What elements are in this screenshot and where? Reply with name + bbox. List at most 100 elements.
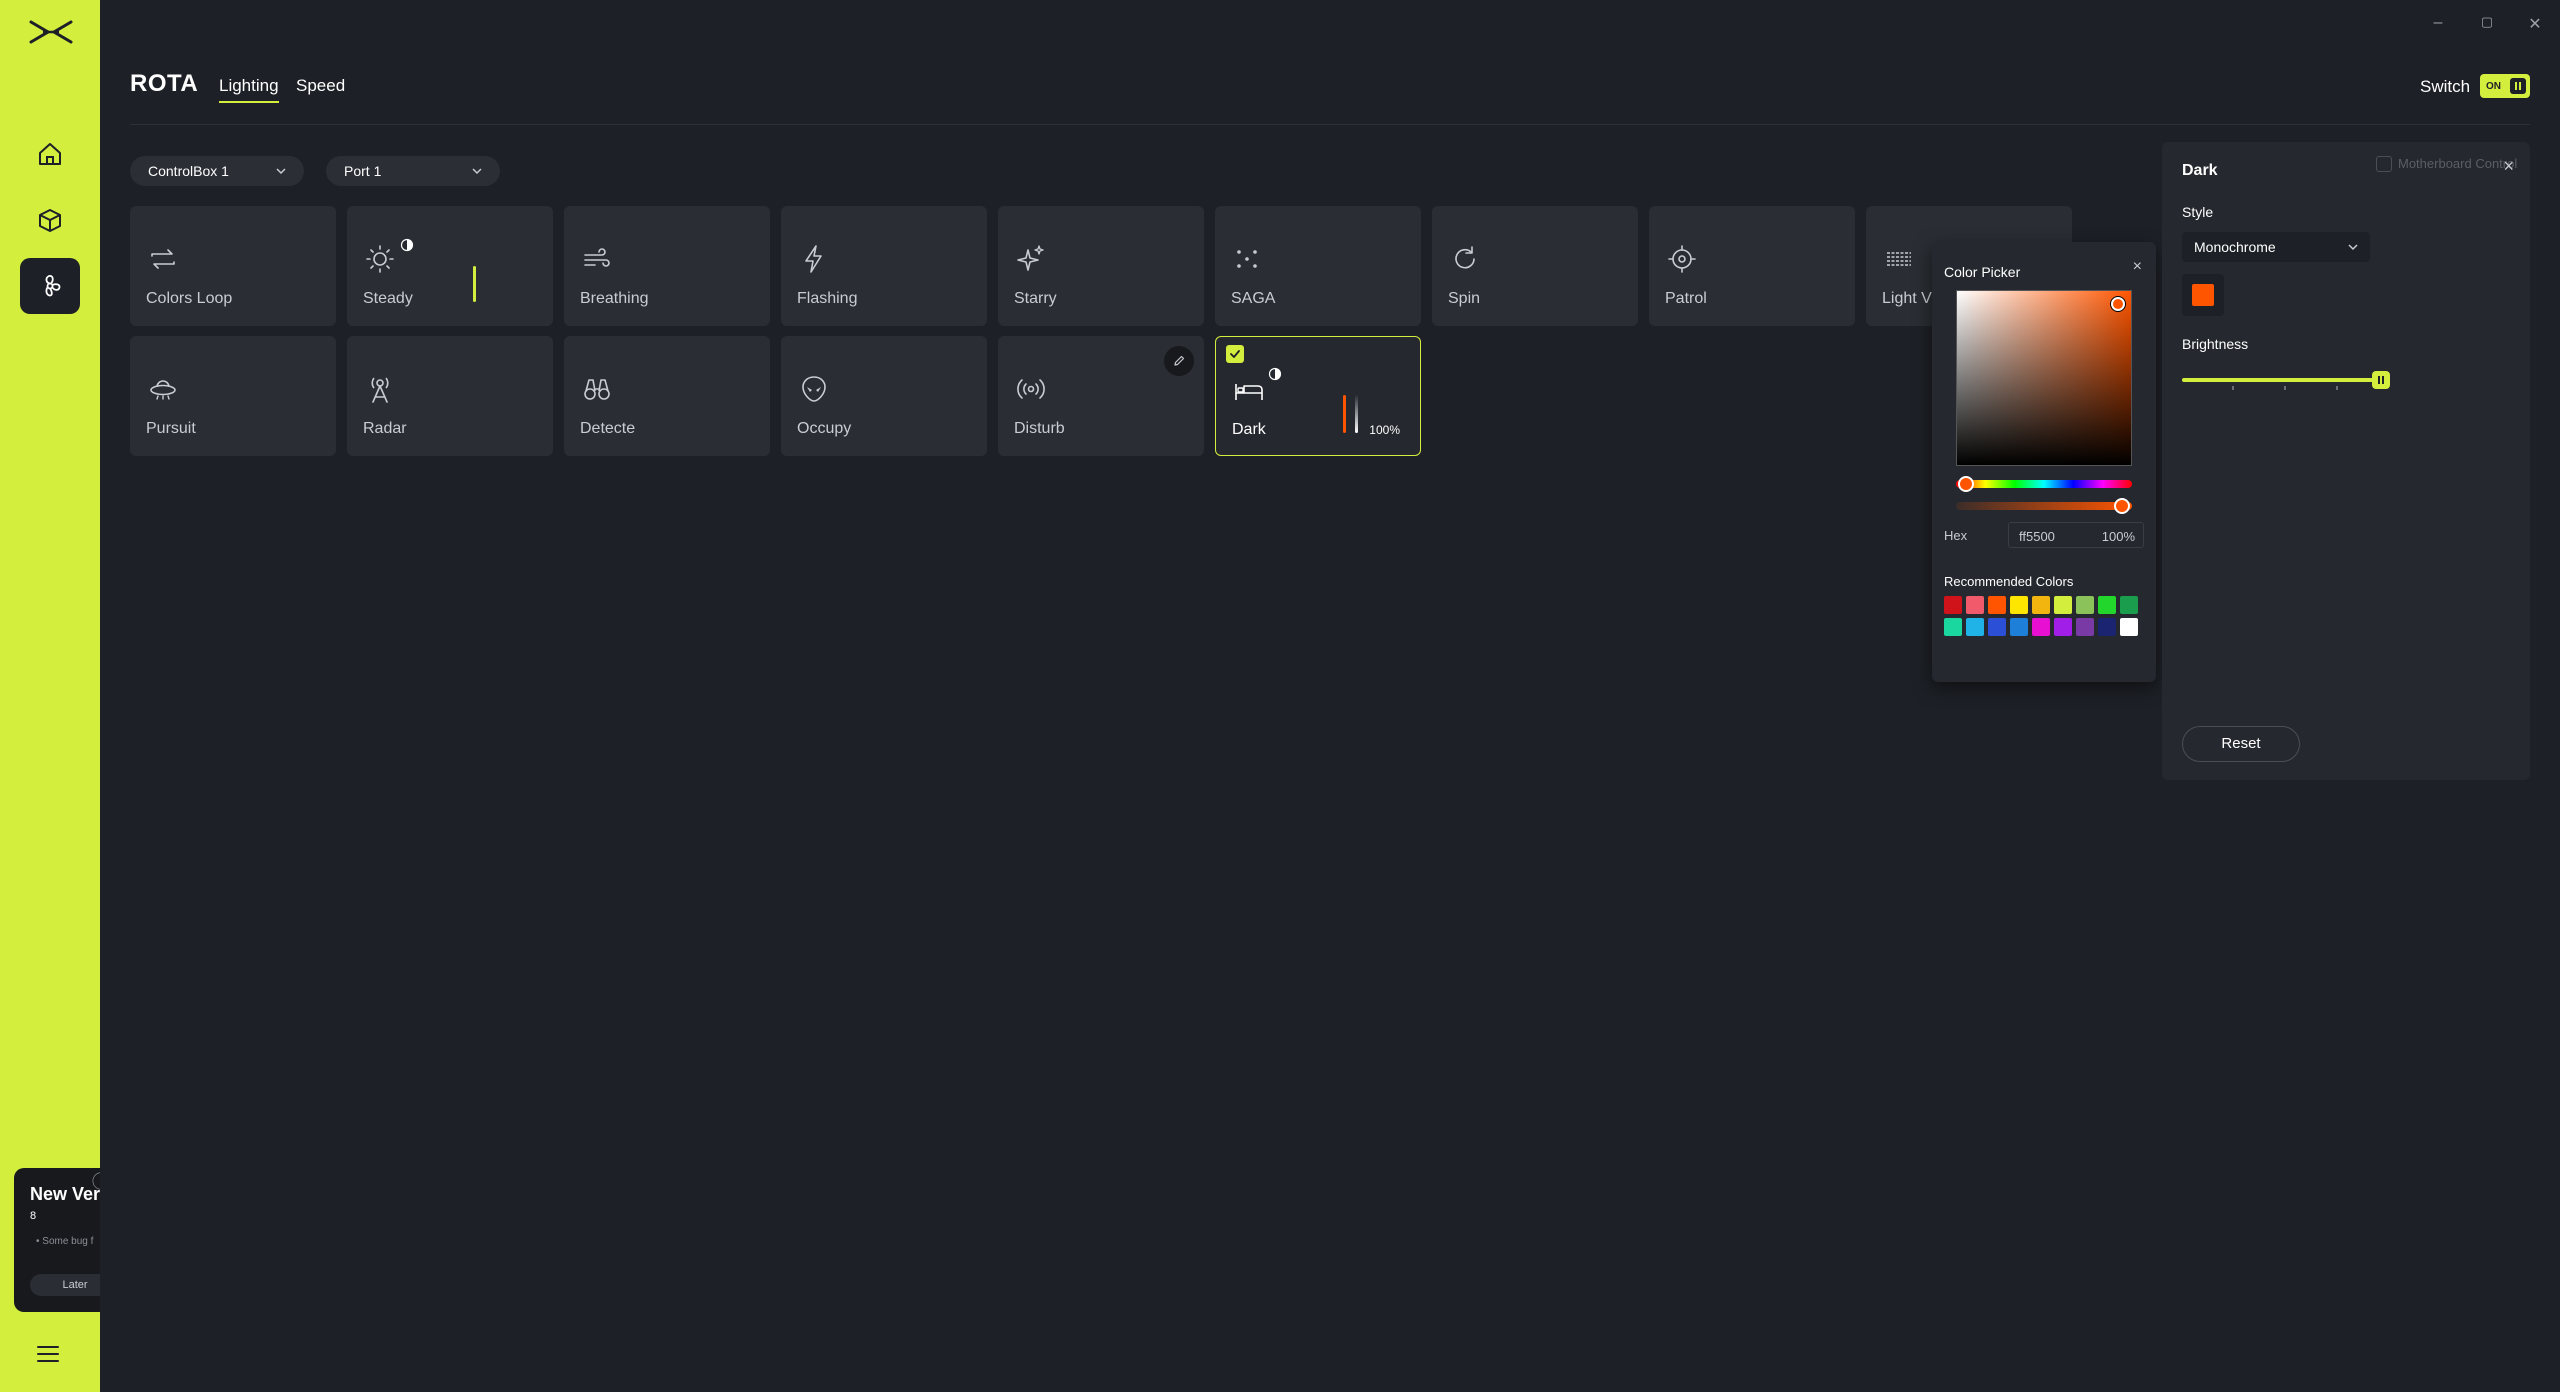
panel-title: Dark [2182, 162, 2218, 179]
chevron-down-icon [472, 168, 482, 175]
color-picker-popup: Color Picker × Hex ff5500 100% Recommend… [1932, 242, 2156, 682]
hex-value: ff5500 [2019, 529, 2055, 544]
app-logo-icon [29, 20, 73, 44]
brightness-label: Brightness [2182, 336, 2249, 352]
slider-tick [2232, 386, 2234, 390]
color-swatch-8[interactable] [2120, 596, 2138, 614]
switch-label: Switch [2420, 77, 2471, 96]
home-icon [39, 143, 61, 165]
color-swatch-11[interactable] [1988, 618, 2006, 636]
recommended-colors-title: Recommended Colors [1944, 574, 2074, 589]
effect-label: Patrol [1665, 290, 1707, 307]
effect-tile-spin[interactable]: Spin [1432, 206, 1638, 326]
brightness-thumb[interactable] [2372, 371, 2390, 389]
header-divider [130, 124, 2530, 125]
tab-speed[interactable]: Speed [296, 76, 345, 96]
color-swatch-16[interactable] [2098, 618, 2116, 636]
dark-brightness-bar [1355, 395, 1358, 433]
minimize-button[interactable]: – [2428, 14, 2448, 32]
alpha-thumb[interactable] [2114, 498, 2130, 514]
sidebar-item-home[interactable] [20, 126, 80, 182]
close-icon[interactable]: × [2503, 156, 2514, 177]
selected-checkbox[interactable] [1226, 345, 1244, 363]
sidebar: ⓘ New Ver 8 • Some bug f Later [0, 0, 100, 1392]
half-circle-badge-icon [400, 238, 414, 252]
style-select[interactable]: Monochrome [2182, 232, 2370, 262]
controlbox-select[interactable]: ControlBox 1 [130, 156, 304, 186]
close-window-button[interactable]: ✕ [2525, 14, 2545, 34]
color-swatch-17[interactable] [2120, 618, 2138, 636]
color-swatch-7[interactable] [2098, 596, 2116, 614]
maximize-button[interactable]: ▢ [2477, 14, 2497, 30]
color-swatch-4[interactable] [2032, 596, 2050, 614]
color-swatch-3[interactable] [2010, 596, 2028, 614]
color-swatch-9[interactable] [1944, 618, 1962, 636]
motherboard-control-checkbox[interactable] [2376, 156, 2392, 172]
alpha-slider[interactable] [1956, 498, 2132, 514]
saturation-value-area[interactable] [1956, 290, 2132, 466]
switch-toggle[interactable]: ON [2480, 74, 2530, 98]
hue-slider[interactable] [1956, 476, 2132, 492]
effect-tile-steady[interactable]: Steady [347, 206, 553, 326]
effect-tile-patrol[interactable]: Patrol [1649, 206, 1855, 326]
color-swatch-0[interactable] [1944, 596, 1962, 614]
effect-tile-pursuit[interactable]: Pursuit [130, 336, 336, 456]
style-label: Style [2182, 204, 2214, 220]
color-cursor[interactable] [2111, 297, 2125, 311]
chevron-down-icon [276, 168, 286, 175]
radar-icon [371, 377, 389, 403]
port-select[interactable]: Port 1 [326, 156, 500, 186]
bed-icon [1235, 384, 1263, 400]
color-swatch-5[interactable] [2054, 596, 2072, 614]
sidebar-item-fan[interactable] [20, 258, 80, 314]
effect-tile-radar[interactable]: Radar [347, 336, 553, 456]
brightness-slider[interactable] [2182, 371, 2390, 390]
style-select-value: Monochrome [2194, 239, 2276, 255]
color-swatch-10[interactable] [1966, 618, 1984, 636]
rotate-icon [1455, 246, 1475, 269]
tab-lighting[interactable]: Lighting [219, 76, 279, 103]
effect-label: Pursuit [146, 420, 196, 437]
menu-icon[interactable] [36, 1344, 60, 1364]
effect-tile-dark[interactable]: 100% Dark [1215, 336, 1421, 456]
dark-color-bar [1343, 395, 1346, 433]
close-icon[interactable]: × [2133, 258, 2142, 276]
effect-tile-breathing[interactable]: Breathing [564, 206, 770, 326]
color-swatch-14[interactable] [2054, 618, 2072, 636]
loop-icon [151, 249, 175, 269]
settings-panel: Motherboard Control Dark × Style Monochr… [2162, 142, 2530, 780]
alien-icon [802, 376, 826, 402]
checkmark-icon [1230, 350, 1240, 358]
color-swatch-button[interactable] [2182, 274, 2224, 316]
current-color-swatch [2192, 284, 2214, 306]
hex-input[interactable]: ff5500 100% [2008, 522, 2144, 548]
sidebar-item-devices[interactable] [20, 192, 80, 248]
box-icon [39, 209, 61, 232]
color-swatch-15[interactable] [2076, 618, 2094, 636]
color-swatch-13[interactable] [2032, 618, 2050, 636]
color-swatch-1[interactable] [1966, 596, 1984, 614]
update-version: 8 [30, 1210, 37, 1222]
effect-tile-starry[interactable]: Starry [998, 206, 1204, 326]
wind-icon [584, 248, 610, 267]
effect-label: SAGA [1231, 290, 1276, 307]
edit-effect-button[interactable] [1164, 346, 1194, 376]
later-button[interactable]: Later [30, 1274, 100, 1296]
color-swatch-2[interactable] [1988, 596, 2006, 614]
pencil-icon [1174, 355, 1185, 366]
color-picker-title: Color Picker [1944, 264, 2021, 280]
effect-tile-colors-loop[interactable]: Colors Loop [130, 206, 336, 326]
color-swatch-12[interactable] [2010, 618, 2028, 636]
effect-tile-detecte[interactable]: Detecte [564, 336, 770, 456]
reset-button[interactable]: Reset [2182, 726, 2300, 762]
hue-thumb[interactable] [1958, 476, 1974, 492]
switch-state: ON [2486, 80, 2501, 92]
color-swatch-6[interactable] [2076, 596, 2094, 614]
chevron-down-icon [2348, 244, 2358, 251]
effect-tile-flashing[interactable]: Flashing [781, 206, 987, 326]
hex-label: Hex [1944, 528, 1968, 543]
wave-lines-icon [1887, 252, 1911, 266]
effect-tile-occupy[interactable]: Occupy [781, 336, 987, 456]
effect-tile-disturb[interactable]: Disturb [998, 336, 1204, 456]
effect-tile-saga[interactable]: SAGA [1215, 206, 1421, 326]
